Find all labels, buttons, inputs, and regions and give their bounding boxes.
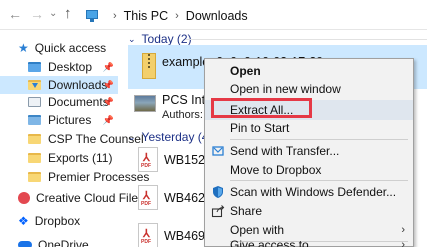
folder-icon [28, 153, 41, 163]
forward-arrow-icon[interactable]: → [30, 6, 44, 22]
sidebar-item-documents[interactable]: Documents 📌 [28, 93, 118, 111]
sidebar-item-downloads[interactable]: Downloads 📌 [0, 76, 118, 94]
dropbox-icon: ❖ [18, 214, 29, 228]
pdf-file-icon: ⅄ PDF [138, 147, 158, 172]
sidebar-item-onedrive[interactable]: OneDrive [18, 236, 89, 247]
pdf-file-icon: ⅄ PDF [138, 185, 158, 210]
breadcrumb-downloads[interactable]: Downloads [186, 9, 248, 23]
group-label: Yesterday (4) [141, 130, 213, 144]
this-pc-icon [84, 9, 100, 23]
sidebar-item-label: Pictures [48, 113, 92, 127]
zip-folder-icon [142, 53, 156, 79]
transfer-icon [212, 146, 224, 156]
sidebar-item-label: Dropbox [34, 214, 81, 228]
pin-icon: 📌 [102, 96, 114, 107]
shield-icon [213, 186, 223, 198]
sidebar-item-label: Downloads [48, 78, 108, 92]
folder-icon [28, 62, 41, 72]
pin-icon: 📌 [102, 61, 114, 72]
onedrive-cloud-icon [18, 241, 32, 247]
documents-folder-icon [28, 97, 41, 107]
menu-item-share[interactable]: Share [205, 201, 413, 221]
sidebar-item-exports[interactable]: Exports (11) [28, 149, 112, 167]
breadcrumb-separator-icon[interactable]: › [113, 10, 117, 22]
highlight-box [211, 98, 312, 118]
collapse-chevron-icon[interactable]: ⌄ [128, 132, 136, 143]
sidebar-item-desktop[interactable]: Desktop 📌 [28, 58, 118, 76]
sidebar-item-label: Documents [48, 95, 109, 109]
breadcrumb-separator-icon[interactable]: › [175, 10, 179, 22]
up-arrow-icon[interactable]: ↑ [64, 5, 72, 22]
breadcrumb-this-pc[interactable]: This PC [124, 9, 168, 23]
breadcrumb[interactable]: › This PC › Downloads [84, 7, 248, 25]
downloads-folder-icon [28, 80, 41, 90]
sidebar-item-quick-access[interactable]: ★ Quick access [18, 39, 106, 57]
sidebar-item-label: Desktop [48, 60, 93, 74]
submenu-arrow-icon: › [401, 239, 405, 247]
menu-item-open[interactable]: Open [205, 61, 413, 81]
group-divider [186, 39, 427, 40]
sidebar-item-dropbox[interactable]: ❖ Dropbox [18, 212, 80, 230]
pdf-file-icon: ⅄ PDF [138, 223, 158, 247]
menu-item-label: Send with Transfer... [230, 144, 340, 158]
menu-item-label: Scan with Windows Defender... [230, 185, 397, 199]
folder-icon [28, 134, 41, 144]
sidebar-item-pictures[interactable]: Pictures 📌 [28, 111, 118, 129]
group-header-yesterday[interactable]: ⌄ Yesterday (4) [128, 130, 212, 144]
sidebar-item-label: Exports (11) [48, 151, 113, 165]
group-header-today[interactable]: ⌄ Today (2) [128, 32, 192, 46]
menu-item-send-with-transfer[interactable]: Send with Transfer... [205, 141, 413, 161]
menu-item-give-access-to[interactable]: Give access to › [205, 235, 413, 247]
collapse-chevron-icon[interactable]: ⌄ [128, 34, 136, 45]
menu-item-open-in-new-window[interactable]: Open in new window [205, 79, 413, 99]
menu-item-scan-with-defender[interactable]: Scan with Windows Defender... [205, 182, 413, 202]
creative-cloud-icon [18, 192, 30, 204]
star-icon: ★ [18, 41, 29, 55]
address-bar: ← → ⌄ ↑ › This PC › Downloads [0, 0, 427, 30]
back-arrow-icon[interactable]: ← [8, 6, 22, 22]
pin-icon: 📌 [102, 79, 114, 90]
share-icon [211, 205, 225, 218]
pictures-folder-icon [28, 115, 41, 125]
pin-icon: 📌 [102, 114, 114, 125]
recent-locations-chevron-icon[interactable]: ⌄ [49, 8, 57, 19]
menu-item-label: Share [230, 204, 263, 218]
menu-separator [230, 180, 408, 181]
sidebar-item-label: OneDrive [38, 238, 89, 247]
menu-separator [230, 139, 408, 140]
navigation-pane: ★ Quick access Desktop 📌 Downloads 📌 Doc… [0, 31, 149, 247]
menu-item-pin-to-start[interactable]: Pin to Start [205, 118, 413, 138]
document-thumbnail-icon [134, 95, 156, 112]
context-menu: Open Open in new window Extract All... P… [204, 58, 414, 247]
sidebar-item-label: Quick access [34, 41, 107, 55]
menu-item-label: Give access to [230, 238, 309, 247]
folder-icon [28, 172, 41, 182]
group-label: Today (2) [141, 32, 192, 46]
menu-item-move-to-dropbox[interactable]: Move to Dropbox [205, 160, 413, 180]
